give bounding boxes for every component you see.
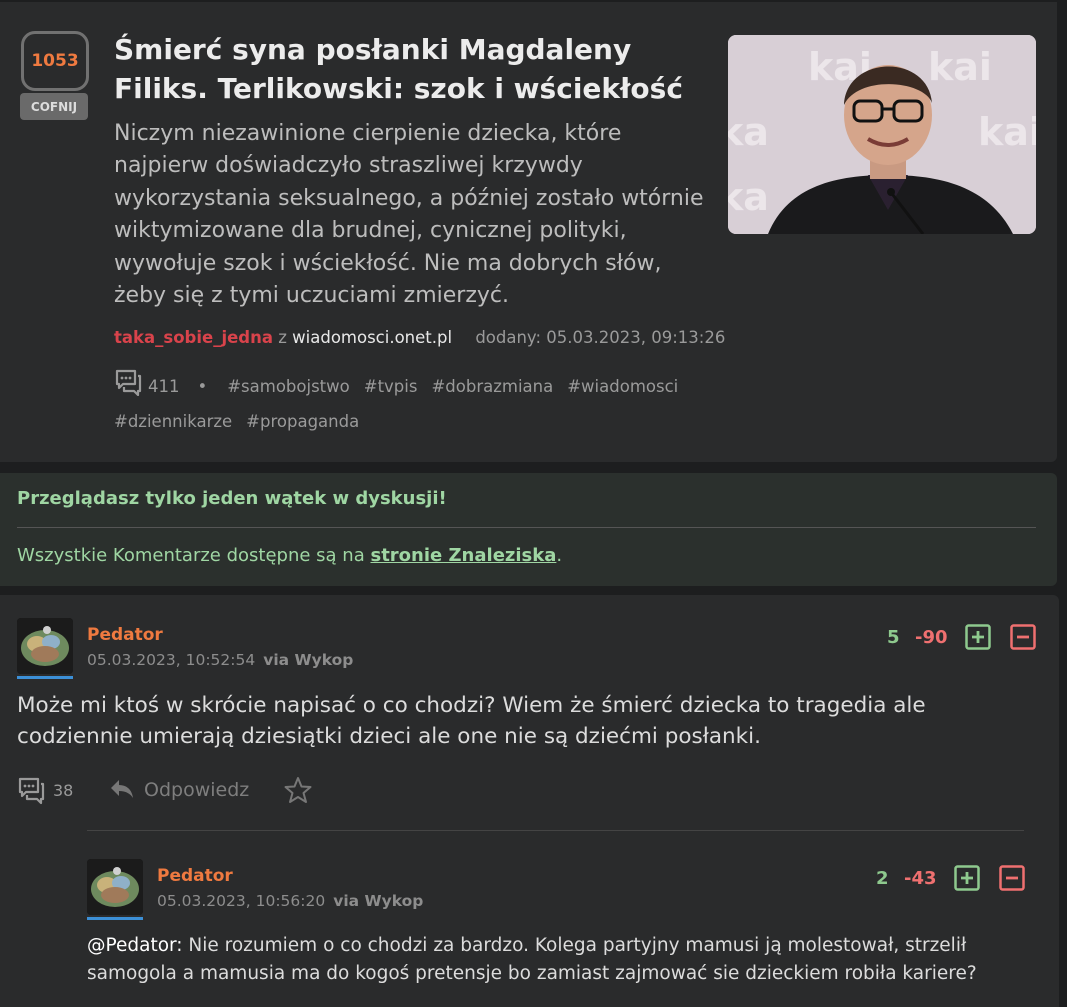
reply-divider	[87, 830, 1024, 831]
thumb-watermark: ka	[728, 175, 769, 219]
comments-icon[interactable]	[114, 368, 142, 406]
tag-link[interactable]: #samobojstwo	[227, 377, 350, 396]
thumb-watermark: kai	[928, 45, 992, 89]
downvote-button[interactable]	[999, 865, 1025, 891]
reply-arrow-icon[interactable]	[109, 778, 135, 805]
favorite-star-icon[interactable]	[284, 776, 312, 809]
vote-count: 1053	[31, 51, 79, 71]
minus-votes: -43	[904, 868, 937, 889]
avatar-status-bar	[87, 917, 143, 920]
all-comments-link[interactable]: stronie Znaleziska	[370, 545, 556, 566]
plus-icon	[965, 624, 991, 650]
comment-date: 05.03.2023, 10:52:54 via Wykop	[87, 651, 354, 669]
minus-icon	[999, 865, 1025, 891]
comment-author[interactable]: Pedator	[87, 625, 163, 645]
thumb-watermark: kai	[978, 110, 1036, 154]
article-meta: taka_sobie_jedna z wiadomosci.onet.pl do…	[114, 328, 725, 347]
reply-text: @Pedator: Nie rozumiem o co chodzi za ba…	[87, 935, 977, 984]
downvote-button[interactable]	[1010, 624, 1036, 650]
plus-icon	[954, 865, 980, 891]
notice-text: Wszystkie Komentarze dostępne są na stro…	[17, 545, 563, 566]
minus-icon	[1010, 624, 1036, 650]
minus-votes: -90	[915, 627, 948, 648]
avatar[interactable]	[87, 859, 143, 915]
thumb-watermark: ka	[728, 110, 769, 154]
tag-link[interactable]: #dobrazmiana	[431, 377, 553, 396]
thumbnail-photo: kai kai ka kai ka	[728, 35, 1036, 234]
mention-link[interactable]: @Pedator:	[87, 935, 183, 956]
tag-link[interactable]: #dziennikarze	[114, 412, 232, 431]
avatar-status-bar	[17, 676, 73, 679]
article-thumbnail[interactable]: kai kai ka kai ka	[728, 35, 1036, 234]
tag-link[interactable]: #wiadomosci	[567, 377, 678, 396]
from-label: z	[278, 328, 287, 347]
comment-text: Może mi ktoś w skrócie napisać o co chod…	[17, 693, 926, 749]
plus-votes: 5	[887, 627, 900, 648]
replies-icon[interactable]	[17, 776, 45, 813]
article-lead: Niczym niezawinione cierpienie dziecka, …	[114, 121, 704, 309]
added-date: dodany: 05.03.2023, 09:13:26	[475, 328, 726, 347]
undo-vote-button[interactable]: COFNIJ	[20, 93, 88, 120]
tag-link[interactable]: #tvpis	[364, 377, 418, 396]
upvote-button[interactable]	[965, 624, 991, 650]
reply-date: 05.03.2023, 10:56:20 via Wykop	[157, 892, 424, 910]
replies-count[interactable]: 38	[53, 781, 73, 800]
author-link[interactable]: taka_sobie_jedna	[114, 328, 273, 347]
separator-dot: •	[197, 376, 208, 396]
reply-button[interactable]: Odpowiedz	[144, 779, 249, 801]
reply-author[interactable]: Pedator	[157, 866, 233, 886]
notice-divider	[17, 527, 1036, 528]
vote-count-button[interactable]: 1053	[21, 31, 89, 91]
source-link[interactable]: wiadomosci.onet.pl	[292, 328, 452, 347]
upvote-button[interactable]	[954, 865, 980, 891]
notice-title: Przeglądasz tylko jeden wątek w dyskusji…	[17, 488, 447, 509]
plus-votes: 2	[876, 868, 889, 889]
comment-count[interactable]: 411	[148, 377, 180, 396]
article-tags-row: 411 • #samobojstwo #tvpis #dobrazmiana #wiado…	[114, 368, 704, 437]
article-title[interactable]: Śmierć syna posłanki Magdaleny Filiks. T…	[114, 30, 704, 108]
tag-link[interactable]: #propaganda	[246, 412, 359, 431]
avatar[interactable]	[17, 618, 73, 674]
